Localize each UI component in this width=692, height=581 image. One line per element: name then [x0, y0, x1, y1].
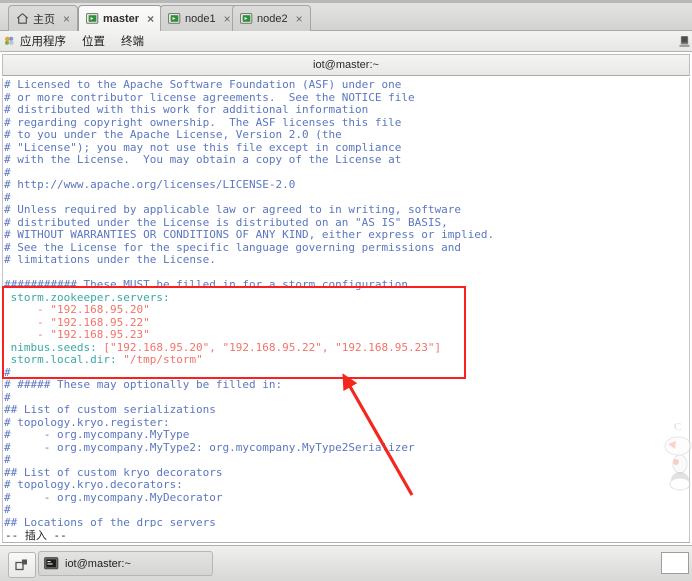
window-tab-home[interactable]: 主页 × [8, 5, 79, 31]
window-tab-label: 主页 [33, 13, 55, 26]
window-tab-label: master [103, 12, 140, 25]
terminal-icon [86, 12, 99, 25]
vim-line: # http://www.apache.org/licenses/LICENSE… [4, 178, 296, 191]
terminal-icon [168, 12, 181, 25]
gnome-menu-bar: 应用程序 位置 终端 [0, 31, 692, 52]
terminal-title-text: iot@master:~ [313, 59, 379, 71]
taskbar: iot@master:~ [0, 545, 692, 581]
terminal-content-area[interactable]: # Licensed to the Apache Software Founda… [2, 78, 690, 543]
window-tab-master[interactable]: master × [78, 5, 163, 31]
window-tab-close-icon[interactable]: × [145, 13, 156, 25]
terminal-icon [44, 556, 59, 571]
window-tab-node1[interactable]: node1 × [160, 5, 239, 31]
vim-line: # - org.mycompany.MyType2: org.mycompany… [4, 440, 415, 454]
vim-line: # with the License. You may obtain a cop… [4, 153, 402, 166]
watermark-graphic: C [656, 418, 692, 498]
menu-applications[interactable]: 应用程序 [0, 33, 74, 49]
vim-line: # ##### These may optionally be filled i… [4, 378, 283, 391]
menu-places[interactable]: 位置 [74, 33, 113, 49]
vim-line: # - org.mycompany.MyDecorator [4, 490, 223, 504]
vim-line: # limitations under the License. [4, 253, 216, 266]
vim-editor-text: # Licensed to the Apache Software Founda… [4, 78, 494, 529]
window-tab-close-icon[interactable]: × [61, 13, 72, 25]
window-tab-label: node1 [185, 12, 216, 25]
window-tab-close-icon[interactable]: × [222, 13, 233, 25]
terminal-icon [240, 12, 253, 25]
desktop-screen: 主页 × master × node1 × node2 × 应用程序 位置 终端… [0, 0, 692, 581]
terminal-title-bar: iot@master:~ [2, 54, 690, 76]
menu-applications-label: 应用程序 [20, 36, 66, 48]
terminal-window: iot@master:~ # Licensed to the Apache So… [0, 52, 692, 545]
window-tab-strip: 主页 × master × node1 × node2 × [0, 0, 692, 31]
menu-terminal[interactable]: 终端 [113, 33, 152, 49]
tray-icon[interactable] [677, 31, 691, 52]
show-desktop-icon[interactable] [8, 552, 36, 578]
taskbar-window-label: iot@master:~ [65, 557, 131, 570]
window-tab-node2[interactable]: node2 × [232, 5, 311, 31]
window-tab-close-icon[interactable]: × [294, 13, 305, 25]
taskbar-window-button[interactable]: iot@master:~ [38, 551, 213, 576]
vim-status-line: -- 插入 -- [2, 527, 690, 543]
home-icon [16, 12, 29, 25]
gnome-foot-icon [4, 36, 15, 47]
window-tab-label: node2 [257, 12, 288, 25]
taskbar-right-applet[interactable] [661, 552, 689, 574]
vim-line: storm.local.dir: "/tmp/storm" [4, 353, 203, 366]
vim-mode-indicator: -- 插入 -- [5, 528, 67, 542]
svg-text:C: C [674, 421, 681, 433]
